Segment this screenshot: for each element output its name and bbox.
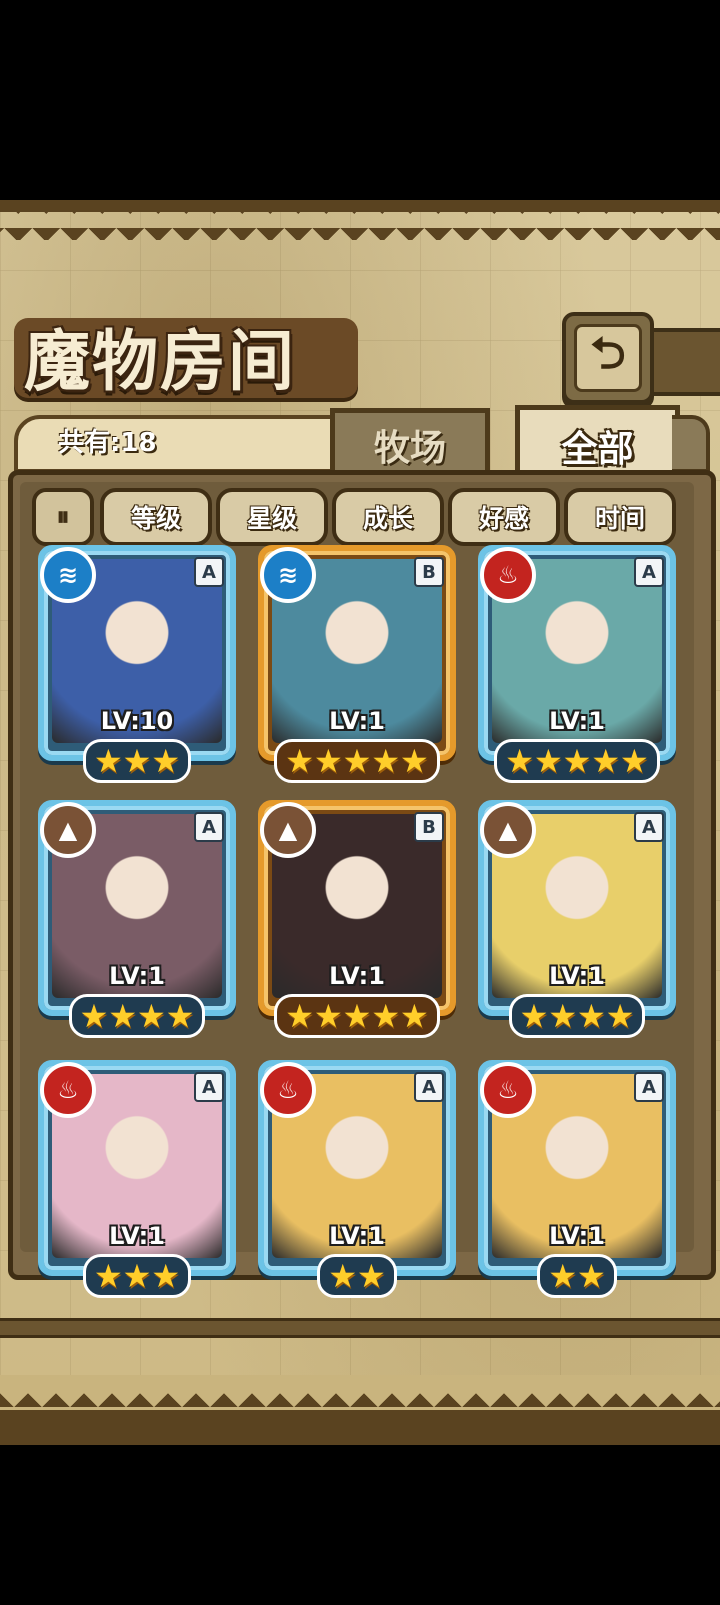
rank-badge: A bbox=[194, 557, 224, 587]
sort-button-affection[interactable]: 好感 bbox=[448, 488, 560, 546]
level-label: LV:10 bbox=[100, 707, 174, 735]
star-rating-plate: ★★★★★ bbox=[274, 739, 440, 783]
navigation-bar-area bbox=[0, 1445, 720, 1605]
bottom-border-fill bbox=[0, 1410, 720, 1445]
rank-badge: A bbox=[194, 1072, 224, 1102]
monster-card[interactable]: ≋ B LV:1 ★★★★★ bbox=[258, 545, 456, 783]
fire-element-icon: ♨ bbox=[480, 547, 536, 603]
star-icons: ★★★★★ bbox=[285, 997, 429, 1035]
level-label: LV:1 bbox=[329, 962, 385, 990]
back-button-rail bbox=[650, 328, 720, 396]
sort-button-growth[interactable]: 成长 bbox=[332, 488, 444, 546]
star-rating: ★★★★★ bbox=[258, 739, 456, 783]
star-rating-plate: ★★ bbox=[537, 1254, 617, 1298]
monster-room-screen: 魔物房间 ⮌ 共有:18 牧场 全部 ⏸ 等级 星级 成长 好感 时间 ≋ A LV… bbox=[0, 200, 720, 1445]
rank-badge: A bbox=[634, 557, 664, 587]
monster-count-label: 共有:18 bbox=[58, 428, 157, 458]
level-label: LV:1 bbox=[109, 962, 165, 990]
level-label: LV:1 bbox=[549, 962, 605, 990]
level-label: LV:1 bbox=[549, 1222, 605, 1250]
star-rating: ★★★ bbox=[38, 1254, 236, 1298]
star-rating-plate: ★★★★★ bbox=[494, 739, 660, 783]
rank-badge: A bbox=[634, 812, 664, 842]
tab-bar-end bbox=[672, 415, 710, 473]
monster-card[interactable]: ♨ A LV:1 ★★ bbox=[258, 1060, 456, 1298]
star-icons: ★★★ bbox=[93, 742, 181, 780]
star-rating: ★★ bbox=[258, 1254, 456, 1298]
star-rating: ★★★ bbox=[38, 739, 236, 783]
top-border-teeth bbox=[0, 200, 720, 240]
panel-bottom-rim bbox=[0, 1318, 720, 1338]
star-rating-plate: ★★★★ bbox=[508, 994, 646, 1038]
back-button[interactable]: ⮌ bbox=[562, 312, 654, 404]
fire-element-icon: ♨ bbox=[40, 1062, 96, 1118]
star-rating-plate: ★★★★★ bbox=[274, 994, 440, 1038]
star-icons: ★★★★★ bbox=[285, 742, 429, 780]
level-label: LV:1 bbox=[549, 707, 605, 735]
water-element-icon: ≋ bbox=[260, 547, 316, 603]
star-icons: ★★ bbox=[548, 1257, 606, 1295]
star-rating: ★★ bbox=[478, 1254, 676, 1298]
monster-card[interactable]: ▲ B LV:1 ★★★★★ bbox=[258, 800, 456, 1038]
tab-ranch[interactable]: 牧场 bbox=[330, 408, 490, 477]
star-icons: ★★★★ bbox=[519, 997, 635, 1035]
star-icons: ★★ bbox=[328, 1257, 386, 1295]
back-arrow-icon: ⮌ bbox=[574, 324, 642, 392]
water-element-icon: ≋ bbox=[40, 547, 96, 603]
rank-badge: B bbox=[414, 557, 444, 587]
monster-card[interactable]: ♨ A LV:1 ★★★★★ bbox=[478, 545, 676, 783]
earth-element-icon: ▲ bbox=[480, 802, 536, 858]
star-rating-plate: ★★★ bbox=[82, 1254, 192, 1298]
sort-order-toggle[interactable]: ⏸ bbox=[32, 488, 94, 546]
level-label: LV:1 bbox=[329, 707, 385, 735]
star-rating: ★★★★ bbox=[478, 994, 676, 1038]
star-icons: ★★★ bbox=[93, 1257, 181, 1295]
sort-button-level[interactable]: 等级 bbox=[100, 488, 212, 546]
level-label: LV:1 bbox=[329, 1222, 385, 1250]
star-rating-plate: ★★ bbox=[317, 1254, 397, 1298]
star-rating-plate: ★★★★ bbox=[68, 994, 206, 1038]
rank-badge: A bbox=[414, 1072, 444, 1102]
star-rating-plate: ★★★ bbox=[82, 739, 192, 783]
star-rating: ★★★★ bbox=[38, 994, 236, 1038]
level-label: LV:1 bbox=[109, 1222, 165, 1250]
earth-element-icon: ▲ bbox=[260, 802, 316, 858]
rank-badge: A bbox=[634, 1072, 664, 1102]
star-icons: ★★★★ bbox=[79, 997, 195, 1035]
monster-card[interactable]: ♨ A LV:1 ★★★ bbox=[38, 1060, 236, 1298]
star-icons: ★★★★★ bbox=[505, 742, 649, 780]
monster-card[interactable]: ▲ A LV:1 ★★★★ bbox=[38, 800, 236, 1038]
star-rating: ★★★★★ bbox=[478, 739, 676, 783]
rank-badge: A bbox=[194, 812, 224, 842]
earth-element-icon: ▲ bbox=[40, 802, 96, 858]
status-bar-area bbox=[0, 0, 720, 200]
fire-element-icon: ♨ bbox=[260, 1062, 316, 1118]
page-title: 魔物房间 bbox=[24, 323, 296, 400]
star-rating: ★★★★★ bbox=[258, 994, 456, 1038]
sort-button-time[interactable]: 时间 bbox=[564, 488, 676, 546]
monster-card[interactable]: ≋ A LV:10 ★★★ bbox=[38, 545, 236, 783]
rank-badge: B bbox=[414, 812, 444, 842]
monster-card[interactable]: ♨ A LV:1 ★★ bbox=[478, 1060, 676, 1298]
monster-card[interactable]: ▲ A LV:1 ★★★★ bbox=[478, 800, 676, 1038]
sort-button-stars[interactable]: 星级 bbox=[216, 488, 328, 546]
fire-element-icon: ♨ bbox=[480, 1062, 536, 1118]
